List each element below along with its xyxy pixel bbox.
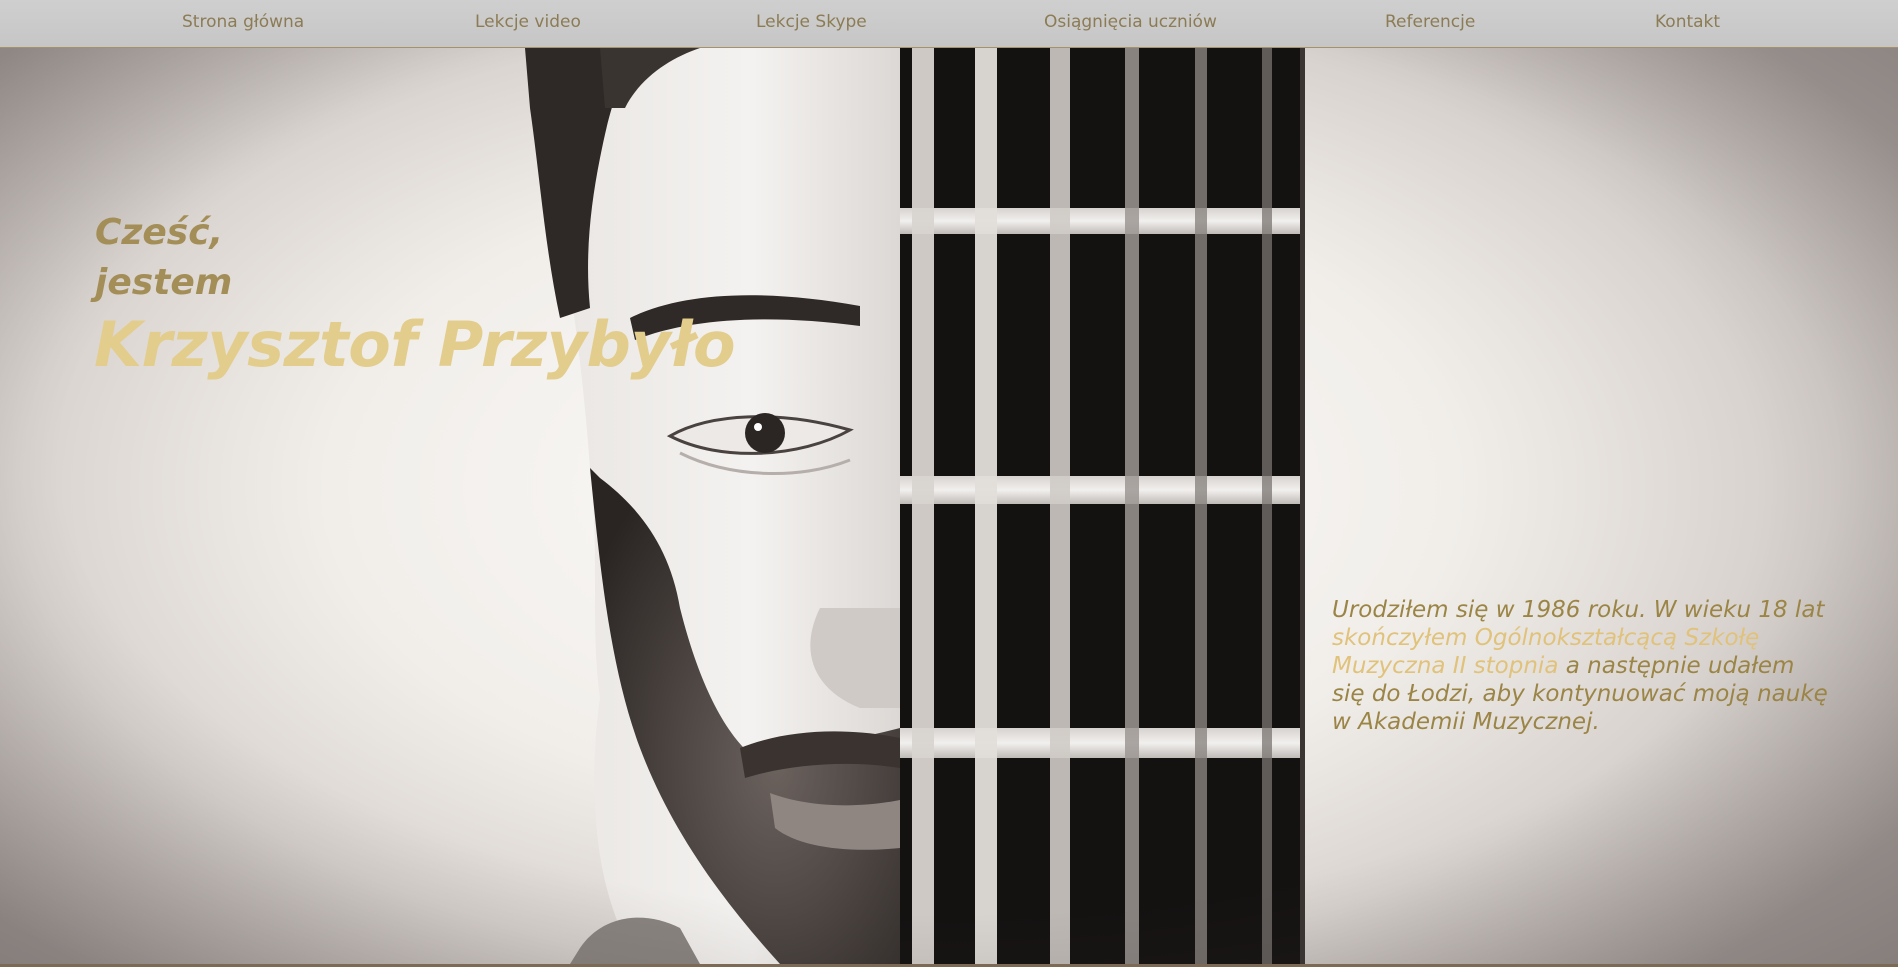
- hero-name-title: Krzysztof Przybyło: [94, 308, 736, 381]
- nav-contact-link[interactable]: Kontakt: [1655, 12, 1720, 32]
- greeting-line-2: jestem: [95, 262, 233, 303]
- nav-references-link[interactable]: Referencje: [1385, 12, 1475, 32]
- top-navigation: Strona główna Lekcje video Lekcje Skype …: [0, 0, 1898, 48]
- bio-text-part-1: Urodziłem się w 1986 roku. W wieku 18 la…: [1332, 597, 1825, 623]
- bio-paragraph: Urodziłem się w 1986 roku. W wieku 18 la…: [1332, 596, 1832, 736]
- hero-portrait-photo: [525, 48, 1305, 964]
- nav-video-lessons-link[interactable]: Lekcje video: [475, 12, 581, 32]
- hero-section: Cześć, jestem Krzysztof Przybyło Urodził…: [0, 48, 1898, 964]
- nav-student-achievements-link[interactable]: Osiągnięcia uczniów: [1044, 12, 1217, 32]
- nav-skype-lessons-link[interactable]: Lekcje Skype: [756, 12, 867, 32]
- greeting-line-1: Cześć,: [95, 212, 224, 253]
- nav-home-link[interactable]: Strona główna: [182, 12, 304, 32]
